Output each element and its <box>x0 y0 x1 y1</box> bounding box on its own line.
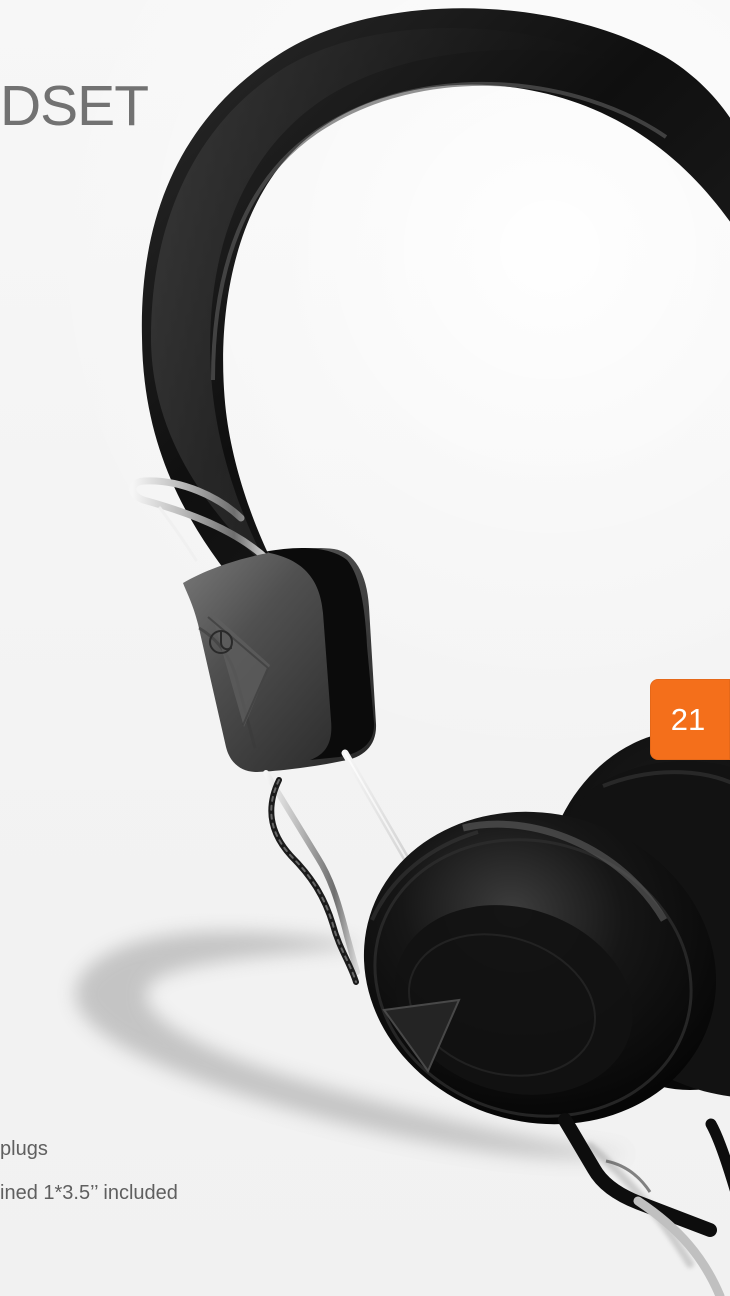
headset-icon <box>75 8 730 1296</box>
document-page: DSET 21 plugs ined 1*3.5’’ included <box>0 0 730 1296</box>
page-title: DSET <box>0 74 149 138</box>
page-number-badge: 21 <box>650 679 730 760</box>
feature-text: plugs <box>0 1138 48 1160</box>
feature-text: ined 1*3.5’’ included <box>0 1182 178 1204</box>
page-number: 21 <box>670 702 706 737</box>
feature-item: ined 1*3.5’’ included <box>0 1183 178 1203</box>
feature-list: plugs ined 1*3.5’’ included <box>0 1139 178 1203</box>
feature-item: plugs <box>0 1139 178 1159</box>
